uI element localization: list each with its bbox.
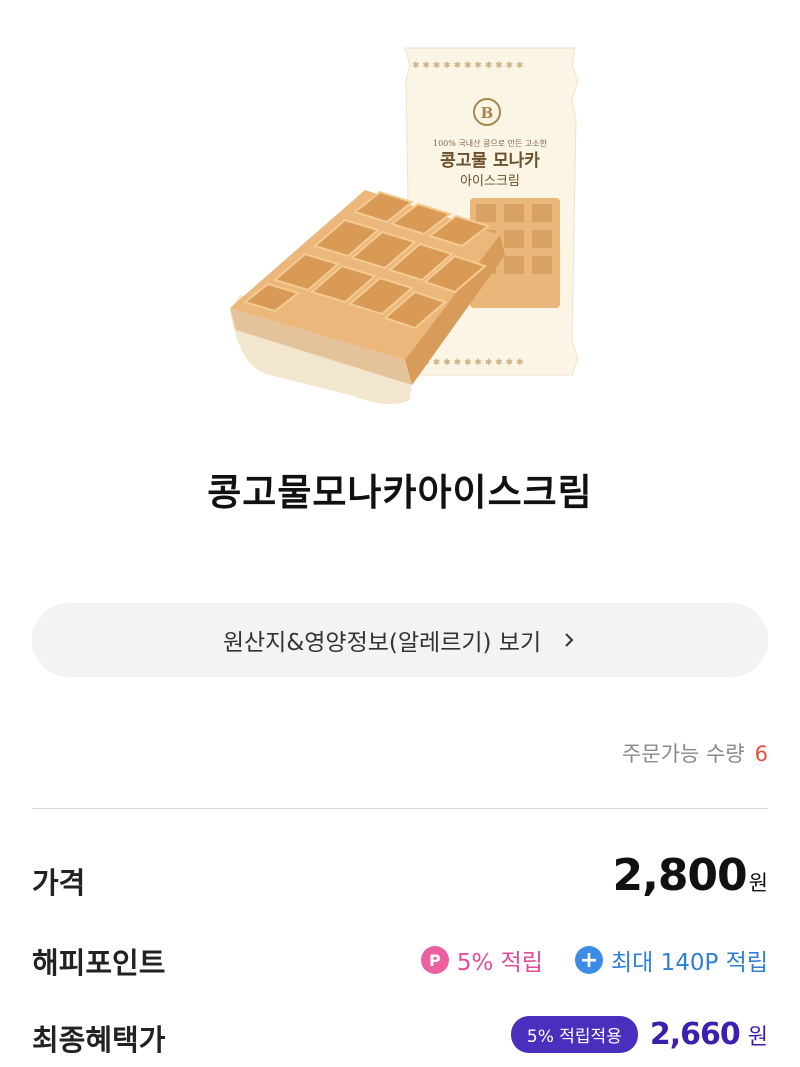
package-tagline: 100% 국내산 콩으로 만든 고소한 <box>433 138 548 148</box>
price-value: 2,800 원 <box>612 850 768 901</box>
origin-nutrition-info-button[interactable]: 원산지&영양정보(알레르기) 보기 <box>32 603 768 677</box>
order-quantity-label: 주문가능 수량 <box>622 742 745 766</box>
svg-text:✱ ✱ ✱ ✱ ✱ ✱ ✱ ✱ ✱ ✱ ✱: ✱ ✱ ✱ ✱ ✱ ✱ ✱ ✱ ✱ ✱ ✱ <box>412 61 524 71</box>
package-name-2: 아이스크림 <box>460 174 520 189</box>
final-price-info: 5% 적립적용 2,660 원 <box>510 1016 768 1053</box>
price-amount: 2,800 <box>612 850 747 901</box>
product-image: ✱ ✱ ✱ ✱ ✱ ✱ ✱ ✱ ✱ ✱ ✱ ✱ ✱ ✱ ✱ ✱ ✱ ✱ ✱ ✱ … <box>230 47 579 404</box>
happy-point-label: 해피포인트 <box>32 946 166 980</box>
divider <box>32 808 768 809</box>
product-title: 콩고물모나카아이스크림 <box>207 471 593 514</box>
chevron-right-icon <box>565 633 574 647</box>
final-price-label: 최종혜택가 <box>32 1023 166 1057</box>
order-quantity: 주문가능 수량 6 <box>622 738 768 768</box>
final-price-currency: 원 <box>747 1024 768 1050</box>
order-quantity-value: 6 <box>754 742 768 766</box>
package-logo: B <box>481 104 494 122</box>
final-price-badge: 5% 적립적용 <box>510 1016 638 1053</box>
point-rate: 5% 적립 <box>456 950 543 976</box>
info-button-label: 원산지&영양정보(알레르기) 보기 <box>222 630 542 656</box>
plus-icon[interactable]: + <box>574 946 603 974</box>
final-price-amount: 2,660 <box>649 1017 741 1052</box>
happy-point-info: P 5% 적립 + 최대 140P 적립 <box>420 943 768 977</box>
package-name-1: 콩고물 모나카 <box>440 151 540 171</box>
point-max[interactable]: 최대 140P 적립 <box>611 943 768 977</box>
price-currency: 원 <box>748 871 768 895</box>
price-label: 가격 <box>32 866 86 900</box>
point-p-icon: P <box>420 946 449 974</box>
